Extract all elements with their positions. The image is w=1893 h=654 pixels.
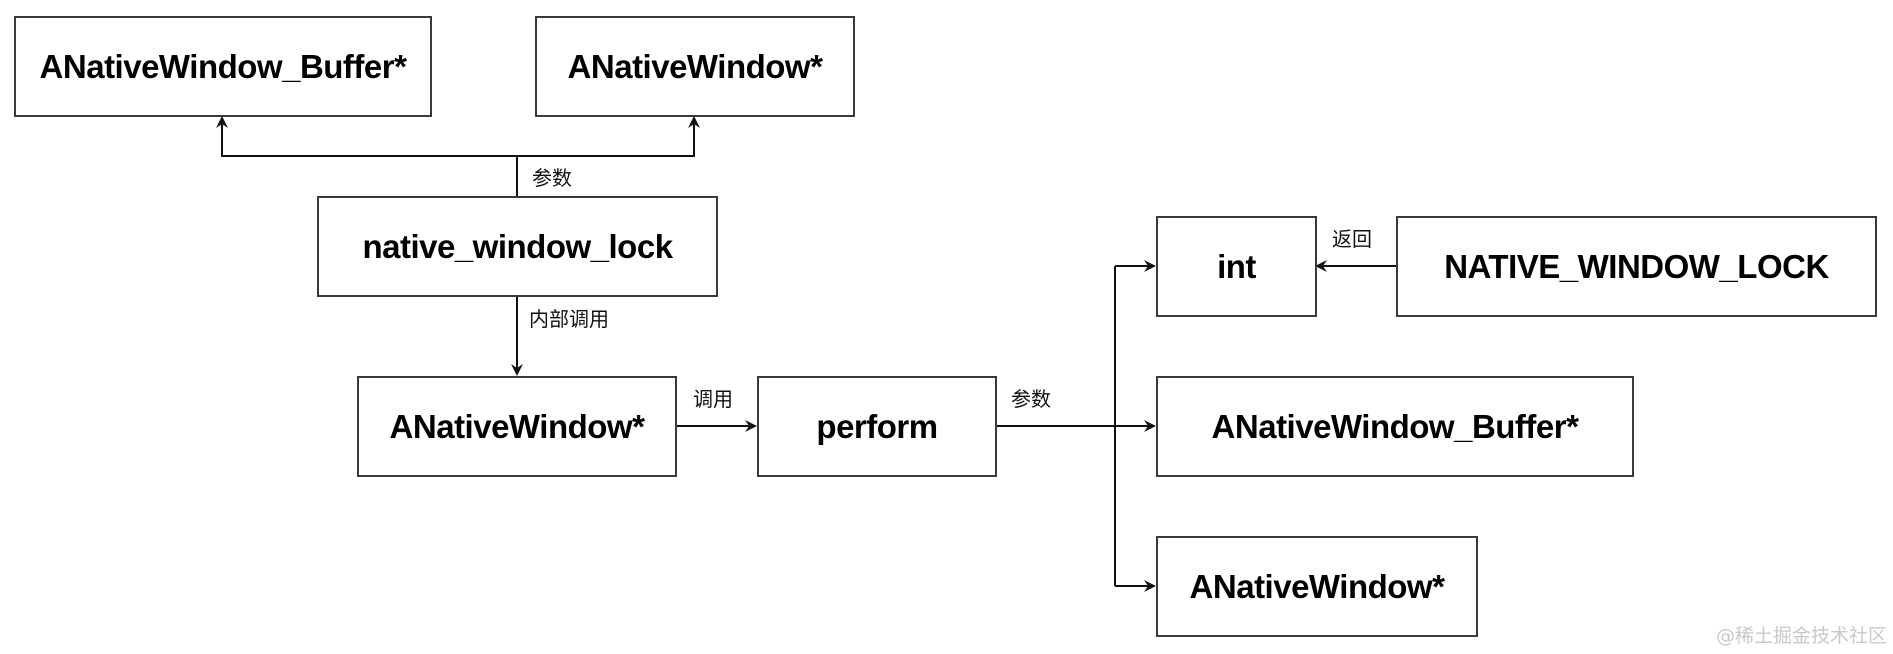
- node-int: int: [1156, 216, 1317, 317]
- watermark: @稀土掘金技术社区: [1715, 625, 1887, 647]
- node-right-window: ANativeWindow*: [1156, 536, 1478, 637]
- edge-label-call: 调用: [693, 387, 733, 411]
- edge-label-internal-call: 内部调用: [529, 307, 609, 331]
- node-label: native_window_lock: [362, 227, 673, 265]
- node-label: ANativeWindow_Buffer*: [39, 47, 407, 85]
- node-perform: perform: [757, 376, 997, 477]
- edge-label-return: 返回: [1332, 227, 1372, 251]
- node-label: perform: [816, 407, 938, 445]
- node-label: ANativeWindow*: [389, 407, 645, 445]
- node-top-buffer: ANativeWindow_Buffer*: [14, 16, 432, 117]
- node-label: int: [1217, 247, 1256, 285]
- node-native-window-lock-const: NATIVE_WINDOW_LOCK: [1396, 216, 1877, 317]
- node-top-window: ANativeWindow*: [535, 16, 855, 117]
- node-mid-window: ANativeWindow*: [357, 376, 677, 477]
- node-right-buffer: ANativeWindow_Buffer*: [1156, 376, 1634, 477]
- node-label: ANativeWindow*: [1189, 567, 1445, 605]
- node-native-window-lock: native_window_lock: [317, 196, 718, 297]
- edge-label-perform-params: 参数: [1011, 387, 1051, 411]
- edge-params-to-top-window: [517, 116, 700, 157]
- node-label: ANativeWindow*: [567, 47, 823, 85]
- edge-params-to-top-buffer: [216, 116, 517, 157]
- node-label: NATIVE_WINDOW_LOCK: [1444, 247, 1829, 285]
- edge-label-lock-params: 参数: [532, 166, 572, 190]
- node-label: ANativeWindow_Buffer*: [1211, 407, 1579, 445]
